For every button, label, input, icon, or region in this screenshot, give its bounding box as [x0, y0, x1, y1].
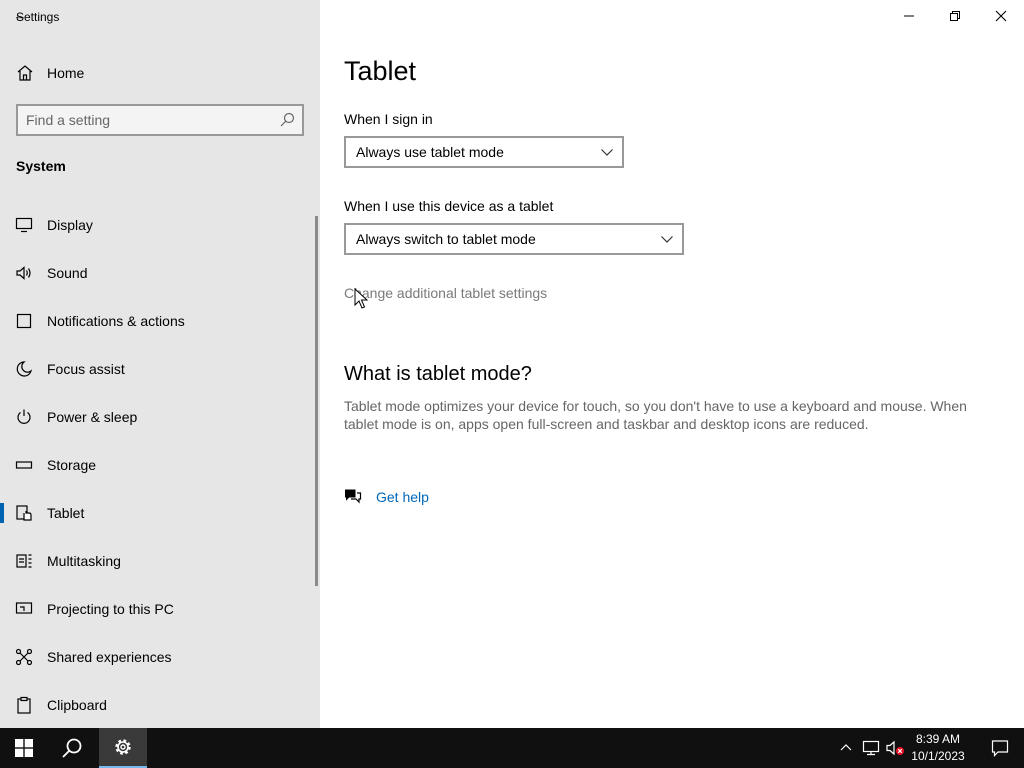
get-help-label: Get help [376, 489, 429, 505]
sidebar-item-label: Shared experiences [47, 649, 172, 665]
moon-icon [16, 361, 33, 377]
network-icon [862, 740, 880, 756]
sidebar: ← Settings Home System Display Sound Not… [0, 0, 320, 728]
system-nav: Display Sound Notifications & actions Fo… [0, 201, 320, 729]
tablet-icon [16, 505, 32, 521]
clock-date: 10/1/2023 [911, 749, 965, 763]
tablet-mode-description: Tablet mode optimizes your device for to… [344, 398, 967, 432]
sign-in-label: When I sign in [344, 111, 433, 127]
taskbar-clock[interactable]: 8:39 AM 10/1/2023 [906, 731, 970, 765]
gear-icon [115, 739, 131, 755]
sidebar-scrollbar[interactable] [315, 216, 318, 586]
main-content: Tablet When I sign in Always use tablet … [320, 0, 1024, 728]
windows-logo-icon [15, 739, 33, 757]
clipboard-icon [17, 696, 31, 714]
what-is-tablet-mode-heading: What is tablet mode? [344, 363, 532, 385]
device-tablet-dropdown[interactable]: Always switch to tablet mode [344, 223, 684, 255]
sidebar-item-notifications[interactable]: Notifications & actions [0, 297, 320, 345]
speaker-icon [16, 266, 31, 280]
sidebar-item-label: Power & sleep [47, 409, 138, 425]
sidebar-item-label: Projecting to this PC [47, 601, 174, 617]
section-label: System [16, 158, 66, 174]
active-indicator [0, 503, 4, 523]
shared-icon [15, 648, 33, 666]
sidebar-item-label: Sound [47, 265, 88, 281]
network-button[interactable] [860, 728, 882, 768]
sidebar-item-display[interactable]: Display [0, 201, 320, 249]
sidebar-item-clipboard[interactable]: Clipboard [0, 681, 320, 729]
home-nav-item[interactable]: Home [0, 56, 320, 90]
action-center-button[interactable] [976, 728, 1024, 768]
sidebar-item-storage[interactable]: Storage [0, 441, 320, 489]
display-icon [15, 217, 33, 233]
search-input[interactable] [26, 110, 274, 130]
sidebar-item-power-sleep[interactable]: Power & sleep [0, 393, 320, 441]
title-bar: ← Settings [0, 0, 320, 32]
taskbar-settings-app[interactable] [99, 728, 147, 768]
sidebar-item-tablet[interactable]: Tablet [0, 489, 320, 537]
sidebar-item-sound[interactable]: Sound [0, 249, 320, 297]
search-icon[interactable] [278, 111, 296, 129]
storage-icon [15, 461, 33, 469]
sidebar-item-shared-experiences[interactable]: Shared experiences [0, 633, 320, 681]
sidebar-item-focus-assist[interactable]: Focus assist [0, 345, 320, 393]
sidebar-item-label: Notifications & actions [47, 313, 185, 329]
search-box[interactable] [16, 104, 304, 136]
device-tablet-dropdown-value: Always switch to tablet mode [356, 231, 536, 247]
home-label: Home [47, 65, 85, 81]
search-icon [62, 738, 82, 758]
sidebar-item-label: Multitasking [47, 553, 121, 569]
multitasking-icon [16, 554, 32, 568]
projector-icon [15, 602, 33, 614]
device-tablet-label: When I use this device as a tablet [344, 198, 554, 214]
additional-tablet-settings-link[interactable]: Change additional tablet settings [344, 285, 547, 301]
page-title: Tablet [344, 56, 417, 86]
volume-muted-icon [886, 740, 904, 756]
sidebar-item-projecting[interactable]: Projecting to this PC [0, 585, 320, 633]
chevron-down-icon [661, 236, 673, 243]
notifications-icon [16, 313, 32, 329]
volume-button[interactable] [884, 728, 906, 768]
sidebar-item-label: Display [47, 217, 93, 233]
chevron-down-icon [601, 149, 613, 156]
notification-center-icon [991, 740, 1009, 757]
home-icon [17, 65, 33, 81]
sidebar-item-label: Clipboard [47, 697, 107, 713]
mouse-cursor-icon [354, 288, 368, 309]
sign-in-dropdown-value: Always use tablet mode [356, 144, 504, 160]
sidebar-item-multitasking[interactable]: Multitasking [0, 537, 320, 585]
start-button[interactable] [0, 728, 48, 768]
power-icon [17, 409, 31, 424]
chevron-up-icon [840, 744, 852, 751]
sign-in-dropdown[interactable]: Always use tablet mode [344, 136, 624, 168]
sidebar-item-label: Storage [47, 457, 97, 473]
app-title: Settings [16, 10, 60, 24]
sidebar-item-label: Focus assist [47, 361, 125, 377]
taskbar-search-button[interactable] [48, 728, 96, 768]
tray-overflow-button[interactable] [836, 728, 856, 768]
taskbar: 8:39 AM 10/1/2023 [0, 728, 1024, 768]
chat-help-icon [345, 489, 362, 504]
sidebar-item-label: Tablet [47, 505, 85, 521]
clock-time: 8:39 AM [915, 732, 961, 746]
